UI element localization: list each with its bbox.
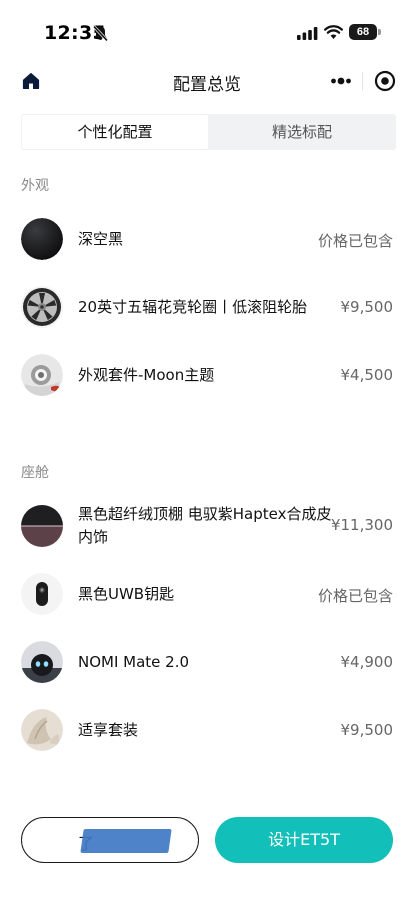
item-name: 黑色UWB钥匙 bbox=[78, 585, 175, 603]
nomi-mate bbox=[21, 641, 63, 683]
signal-icon bbox=[297, 27, 318, 40]
list-item[interactable]: 适享套装 ¥9,500 bbox=[0, 700, 414, 760]
comfort-package bbox=[21, 709, 63, 751]
redaction-mark bbox=[80, 829, 172, 853]
item-name: 深空黑 bbox=[78, 230, 124, 248]
item-name: 20英寸五辐花竞轮圈丨低滚阻轮胎 bbox=[78, 298, 308, 316]
wheel-rim bbox=[21, 286, 63, 328]
tab-personalized-config[interactable]: 个性化配置 bbox=[22, 115, 208, 149]
item-price: ¥4,500 bbox=[340, 366, 394, 384]
item-name: NOMI Mate 2.0 bbox=[78, 653, 190, 671]
item-price: ¥11,300 bbox=[330, 516, 393, 534]
config-tabs: 个性化配置 精选标配 bbox=[21, 114, 396, 150]
item-price: ¥4,900 bbox=[340, 653, 394, 671]
status-bar: 12:35 68 bbox=[0, 0, 414, 62]
black-paint-swatch bbox=[21, 218, 63, 260]
battery-level: 68 bbox=[356, 26, 370, 38]
bell-off-icon bbox=[92, 25, 109, 42]
item-price: ¥9,500 bbox=[340, 298, 394, 316]
item-price: ¥9,500 bbox=[340, 721, 394, 739]
list-item[interactable]: NOMI Mate 2.0 ¥4,900 bbox=[0, 632, 414, 692]
item-name: 黑色超纤绒顶棚 电驭紫Haptex合成皮内饰 bbox=[78, 505, 332, 546]
tab-standard-config[interactable]: 精选标配 bbox=[208, 114, 396, 150]
capsule-divider bbox=[362, 72, 363, 90]
more-icon[interactable] bbox=[330, 74, 352, 88]
battery-nub bbox=[378, 29, 381, 35]
item-price: 价格已包含 bbox=[317, 587, 393, 605]
mini-program-capsule bbox=[320, 64, 404, 98]
list-item[interactable]: 黑色超纤绒顶棚 电驭紫Haptex合成皮内饰 ¥11,300 bbox=[0, 495, 414, 557]
section-title-cabin: 座舱 bbox=[21, 465, 49, 481]
design-et5t-button[interactable]: 设计ET5T bbox=[215, 817, 393, 863]
item-name: 外观套件-Moon主题 bbox=[78, 366, 215, 384]
nav-bar: 配置总览 bbox=[0, 62, 414, 100]
target-icon[interactable] bbox=[374, 70, 396, 92]
uwb-key bbox=[21, 573, 63, 615]
wifi-icon bbox=[324, 25, 343, 39]
list-item[interactable]: 外观套件-Moon主题 ¥4,500 bbox=[0, 345, 414, 405]
exterior-kit bbox=[21, 354, 63, 396]
list-item[interactable]: 黑色UWB钥匙 价格已包含 bbox=[0, 564, 414, 624]
item-price: 价格已包含 bbox=[317, 232, 393, 250]
list-item[interactable]: 20英寸五辐花竞轮圈丨低滚阻轮胎 ¥9,500 bbox=[0, 277, 414, 337]
secondary-button[interactable]: 了 bbox=[21, 817, 199, 863]
list-item[interactable]: 深空黑 价格已包含 bbox=[0, 209, 414, 269]
item-name: 适享套装 bbox=[78, 721, 139, 739]
section-title-exterior: 外观 bbox=[21, 178, 49, 194]
interior-swatch bbox=[21, 505, 63, 547]
